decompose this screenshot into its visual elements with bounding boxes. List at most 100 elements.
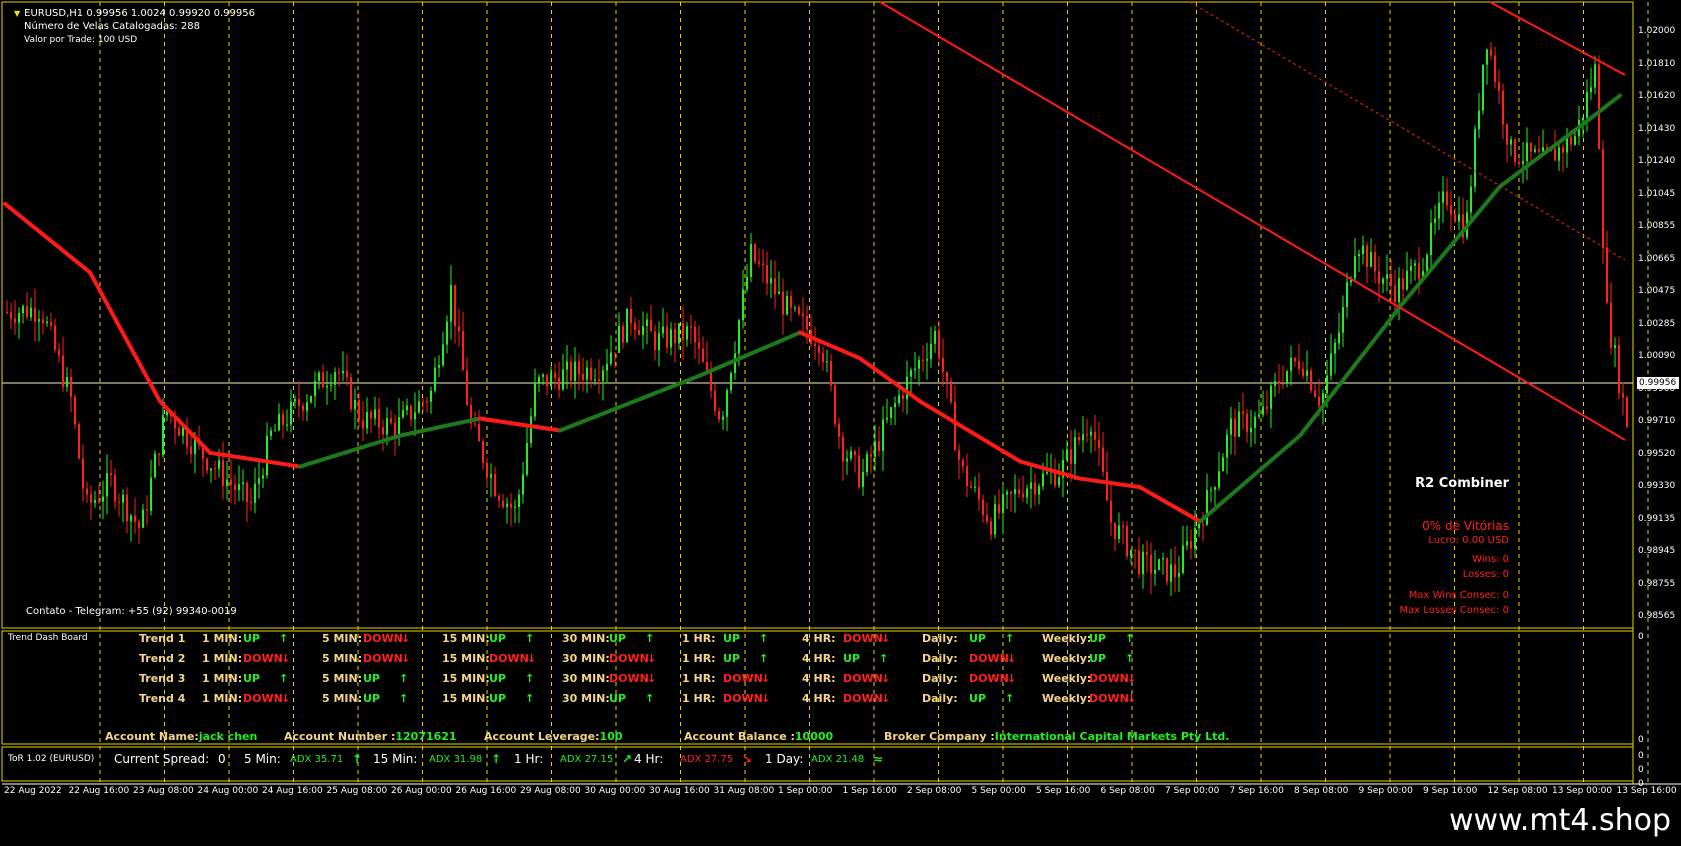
candle-body [618,325,620,353]
candle-body [906,376,908,400]
candle-body [1274,381,1276,386]
candle-body [222,460,224,486]
account-balance: Account Balance :10000 [684,730,833,743]
candle-body [1558,147,1560,161]
candle-body [134,515,136,522]
account-number: Account Number :12071621 [284,730,457,743]
trend-timeframe-label: 1 HR: [682,672,716,685]
trend-timeframe-label: 15 MIN: [442,672,490,685]
candle-body [1426,255,1428,272]
candle-body [1146,551,1148,555]
candle-body [258,478,260,484]
candle-body [106,473,108,497]
trend-row-label: Trend 1 [139,632,186,645]
tor-axis-3: 0 [1638,779,1644,789]
candle-body [926,359,928,361]
account-name-label: Account Name: [105,730,199,743]
candle-body [250,501,252,503]
candle-body [1342,307,1344,333]
price-tick-label: 1.01045 [1638,188,1676,199]
candle-body [614,352,616,354]
arrow-up-icon: ↑ [525,672,535,685]
trend-row-label: Trend 4 [139,692,186,705]
candle-body [1522,161,1524,164]
candle-body [914,368,916,371]
moving-average-segment [398,416,482,438]
candle-body [378,409,380,428]
trend-timeframe-label: 5 MIN: [322,632,363,645]
candle-body [466,370,468,405]
trend-value: UP [1089,632,1106,645]
candle-body [1066,449,1068,461]
candle-body [726,390,728,417]
candle-body [1530,142,1532,152]
candle-body [114,475,116,502]
adx-direction-icon: ↗ [622,752,633,766]
candle-body [970,486,972,488]
candle-body [758,261,760,264]
candle-body [538,376,540,383]
candle-body [978,486,980,500]
trend-value: UP [363,672,380,685]
candle-body [910,370,912,377]
moving-average-segment [158,399,212,455]
candle-body [238,484,240,491]
candle-body [1346,282,1348,308]
candle-body [546,374,548,387]
candle-body [1430,223,1432,256]
candle-body [346,370,348,378]
candle-body [898,395,900,404]
price-tick-label: 0.98755 [1638,578,1676,589]
candle-body [150,477,152,511]
candle-body [942,358,944,372]
candle-body [714,390,716,411]
candle-body [178,428,180,436]
broker-company-value: International Capital Markets Pty Ltd. [994,730,1230,743]
trend-value: DOWN [1089,692,1129,705]
candle-body [534,382,536,417]
time-tick-label: 24 Aug 00:00 [197,786,259,796]
candle-body [10,312,12,319]
candle-body [402,410,404,418]
candle-body [1394,285,1396,303]
candle-body [1310,370,1312,391]
trend-timeframe-label: 30 MIN: [562,672,610,685]
trend-timeframe-label: 4 HR: [802,632,836,645]
arrow-up-icon: ↑ [525,632,535,645]
candle-body [1234,418,1236,437]
candle-body [1098,439,1100,448]
candle-body [1294,357,1296,362]
candle-body [1290,357,1292,371]
candle-body [102,496,104,502]
candle-body [506,503,508,507]
candle-body [1586,92,1588,118]
candle-body [622,325,624,343]
candle-body [430,390,432,402]
candle-body [854,451,856,456]
stats-max-losses: Max Losses Consec: 0 [1399,605,1509,616]
trend-timeframe-label: Weekly: [1042,652,1092,665]
chart-window[interactable]: ▼ EURUSD,H1 0.99956 1.0024 0.99920 0.9995… [0,0,1681,846]
candle-body [826,361,828,363]
candle-body [1414,263,1416,266]
tor-panel-title: ToR 1.02 (EURUSD) [8,754,95,764]
moving-average-segment [1078,476,1142,490]
candle-body [746,277,748,290]
arrow-up-icon: ↑ [645,632,655,645]
candle-body [462,331,464,371]
price-tick-label: 0.99330 [1638,481,1676,491]
candle-body [1022,493,1024,498]
candle-body [698,342,700,349]
candle-body [118,501,120,503]
candle-body [490,474,492,478]
candle-body [1202,524,1204,526]
candle-body [862,472,864,487]
candle-body [230,479,232,485]
dropdown-triangle-icon[interactable]: ▼ [14,9,20,18]
trend-value: DOWN [609,652,649,665]
candle-body [690,326,692,328]
adx-direction-icon: ↑ [352,752,363,766]
tor-timeframe-label: 1 Hr: [514,752,544,766]
candle-body [762,263,764,266]
candle-body [878,441,880,451]
